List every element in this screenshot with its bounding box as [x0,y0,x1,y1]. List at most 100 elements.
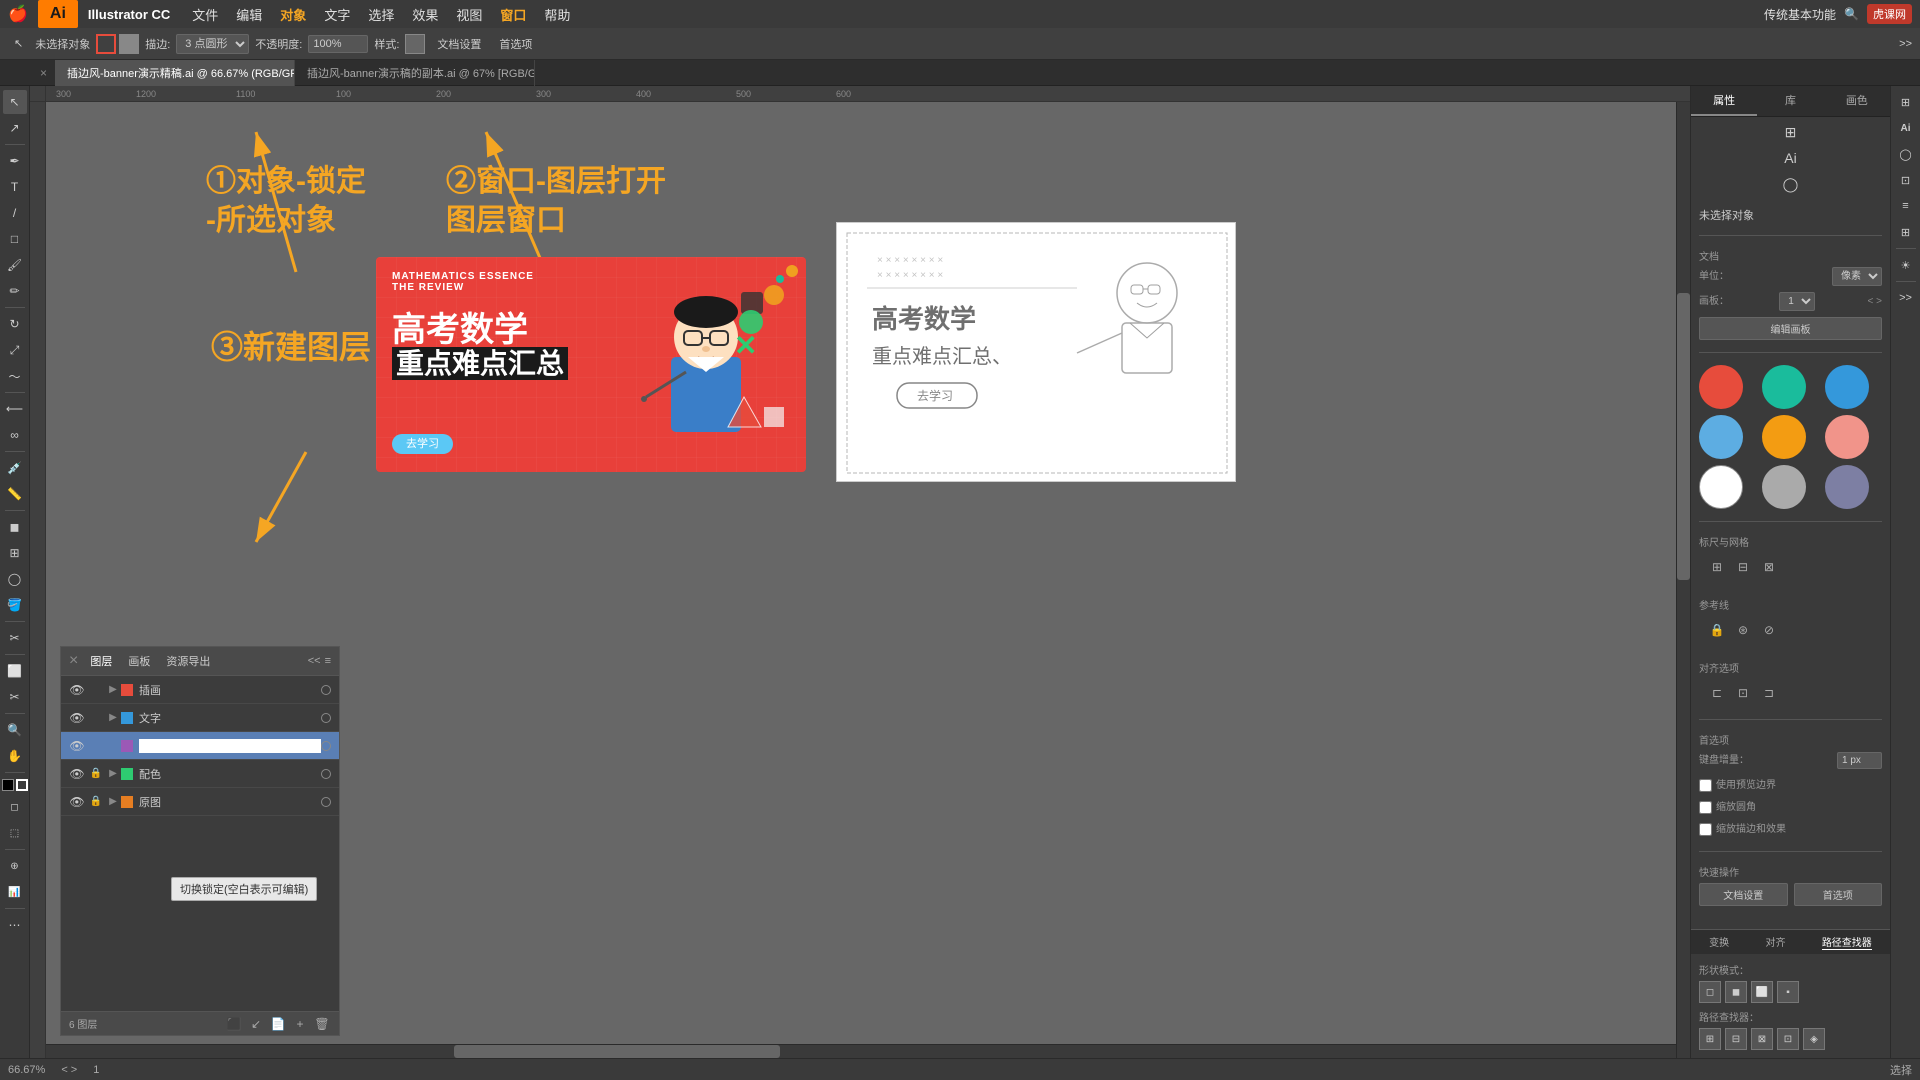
tool-blend[interactable]: ∞ [3,423,27,447]
menu-window[interactable]: 窗口 [492,3,534,26]
stroke-select[interactable]: 3 点圆形 [176,34,249,54]
align-left-icon[interactable]: ⊏ [1707,683,1727,703]
guide-clear-icon[interactable]: ⊘ [1759,620,1779,640]
stroke-indicator[interactable] [16,779,28,791]
tool-graph[interactable]: 📊 [3,880,27,904]
ri-properties-btn[interactable]: ⊞ [1894,90,1918,114]
tool-rotate[interactable]: ↻ [3,312,27,336]
ri-align-btn[interactable]: ≡ [1894,194,1918,218]
pf-merge-btn[interactable]: ⊠ [1751,1028,1773,1050]
grid-icon[interactable]: ⊟ [1733,557,1753,577]
shape-unite-btn[interactable]: ◻ [1699,981,1721,1003]
layers-tab-export[interactable]: 资源导出 [162,651,214,671]
stroke-color-box[interactable] [96,34,116,54]
snap-icon[interactable]: ⊠ [1759,557,1779,577]
layer-item-text[interactable]: 👁 ▶ 文字 [61,704,339,732]
swatch-purple-gray[interactable] [1825,465,1869,509]
layers-menu-btn[interactable]: ≡ [325,655,331,667]
fill-color-box[interactable] [119,34,139,54]
layers-collapse-btn[interactable]: << [308,655,321,667]
layer-create-btn[interactable]: 📄 [269,1015,287,1033]
pf-trim-btn[interactable]: ⊟ [1725,1028,1747,1050]
keyboard-inc-input[interactable] [1837,752,1882,769]
layer-name-input[interactable] [139,739,321,753]
shape-minus-btn[interactable]: ◼ [1725,981,1747,1003]
layer-vis-colors-group[interactable]: 👁 [69,766,85,782]
use-preview-bounds-cb[interactable] [1699,779,1712,792]
layer-move-up-btn[interactable]: ⬛ [225,1015,243,1033]
tool-type[interactable]: T [3,175,27,199]
align-center-icon[interactable]: ⊡ [1733,683,1753,703]
tool-zoom[interactable]: 🔍 [3,718,27,742]
ri-chevron-btn[interactable]: >> [1894,286,1918,310]
tool-direct-select[interactable]: ↗ [3,116,27,140]
align-right-icon[interactable]: ⊐ [1759,683,1779,703]
tool-eyedropper[interactable]: 💉 [3,456,27,480]
workspace-selector[interactable]: 传统基本功能 [1764,6,1836,23]
layer-item-editing[interactable]: 👁 [61,732,339,760]
tool-mesh[interactable]: ⊞ [3,541,27,565]
tool-pencil[interactable]: ✏ [3,279,27,303]
ri-path-btn[interactable]: ⊞ [1894,220,1918,244]
tool-draw-inside[interactable]: ⬚ [3,821,27,845]
rp-prop-icon[interactable]: ⊞ [1780,121,1802,143]
zoom-level[interactable]: 66.67% [8,1064,45,1076]
tool-hand[interactable]: ✋ [3,744,27,768]
swatch-white[interactable] [1699,465,1743,509]
pf-outline-btn[interactable]: ◈ [1803,1028,1825,1050]
layer-move-down-btn[interactable]: ↙ [247,1015,265,1033]
tool-warp[interactable]: 〜 [3,364,27,388]
unit-select[interactable]: 像素 [1832,267,1882,286]
swatch-pink[interactable] [1825,415,1869,459]
scale-effects-cb[interactable] [1699,823,1712,836]
layer-expand-text[interactable]: ▶ [107,712,119,723]
tab-pathfinder[interactable]: 路径查找器 [1822,934,1872,950]
swatch-red[interactable] [1699,365,1743,409]
tab-2[interactable]: 插边风-banner演示稿的副本.ai @ 67% [RGB/GPU 预览] × [295,60,535,86]
shape-exclude-btn[interactable]: ▪ [1777,981,1799,1003]
quick-doc-settings-btn[interactable]: 文档设置 [1699,883,1788,906]
tool-eraser[interactable]: ⬜ [3,659,27,683]
layer-delete-btn[interactable]: 🗑 [313,1015,331,1033]
tool-shape-builder[interactable]: ◯ [3,567,27,591]
layer-expand-colors-group[interactable]: ▶ [107,768,119,779]
pf-divide-btn[interactable]: ⊞ [1699,1028,1721,1050]
menu-view[interactable]: 视图 [448,3,490,26]
tool-artboard[interactable]: ⊕ [3,854,27,878]
scrollbar-horizontal[interactable] [46,1044,1676,1058]
scrollbar-thumb[interactable] [1677,293,1690,580]
layer-expand-original[interactable]: ▶ [107,796,119,807]
shape-intersect-btn[interactable]: ⬜ [1751,981,1773,1003]
tab-1[interactable]: 插边风-banner演示精稿.ai @ 66.67% (RGB/GPU 预览) … [55,60,295,86]
fill-indicator[interactable] [2,779,14,791]
tool-line[interactable]: / [3,201,27,225]
menu-help[interactable]: 帮助 [536,3,578,26]
layers-panel-close[interactable]: × [69,652,78,670]
ruler-icon[interactable]: ⊞ [1707,557,1727,577]
artboard-nav[interactable]: < > [1868,296,1882,307]
tool-select[interactable]: ↖ [3,90,27,114]
menu-file[interactable]: 文件 [184,3,226,26]
preferences-btn[interactable]: 首选项 [493,34,538,54]
rp-circle-icon[interactable]: ◯ [1780,173,1802,195]
menu-effects[interactable]: 效果 [404,3,446,26]
layers-tab-layers[interactable]: 图层 [86,651,116,671]
layers-tab-artboards[interactable]: 画板 [124,651,154,671]
tool-extra[interactable]: ⋯ [3,913,27,937]
tool-scale[interactable]: ⤢ [3,338,27,362]
ri-circle-btn[interactable]: ◯ [1894,142,1918,166]
layer-vis-editing[interactable]: 👁 [69,738,85,754]
quick-prefs-btn[interactable]: 首选项 [1794,883,1883,906]
layer-expand-illustration[interactable]: ▶ [107,684,119,695]
swatch-blue[interactable] [1825,365,1869,409]
search-icon[interactable]: 🔍 [1844,7,1859,21]
swatch-teal[interactable] [1762,365,1806,409]
rp-tab-library[interactable]: 库 [1757,86,1823,116]
tool-width[interactable]: ⟵ [3,397,27,421]
layer-lock-colors-group[interactable]: 🔒 [89,767,103,781]
apple-menu[interactable]: 🍎 [8,4,28,24]
expand-icon[interactable]: >> [1899,38,1912,50]
doc-settings-btn[interactable]: 文档设置 [431,34,487,54]
menu-edit[interactable]: 编辑 [228,3,270,26]
rp-tab-properties[interactable]: 属性 [1691,86,1757,116]
